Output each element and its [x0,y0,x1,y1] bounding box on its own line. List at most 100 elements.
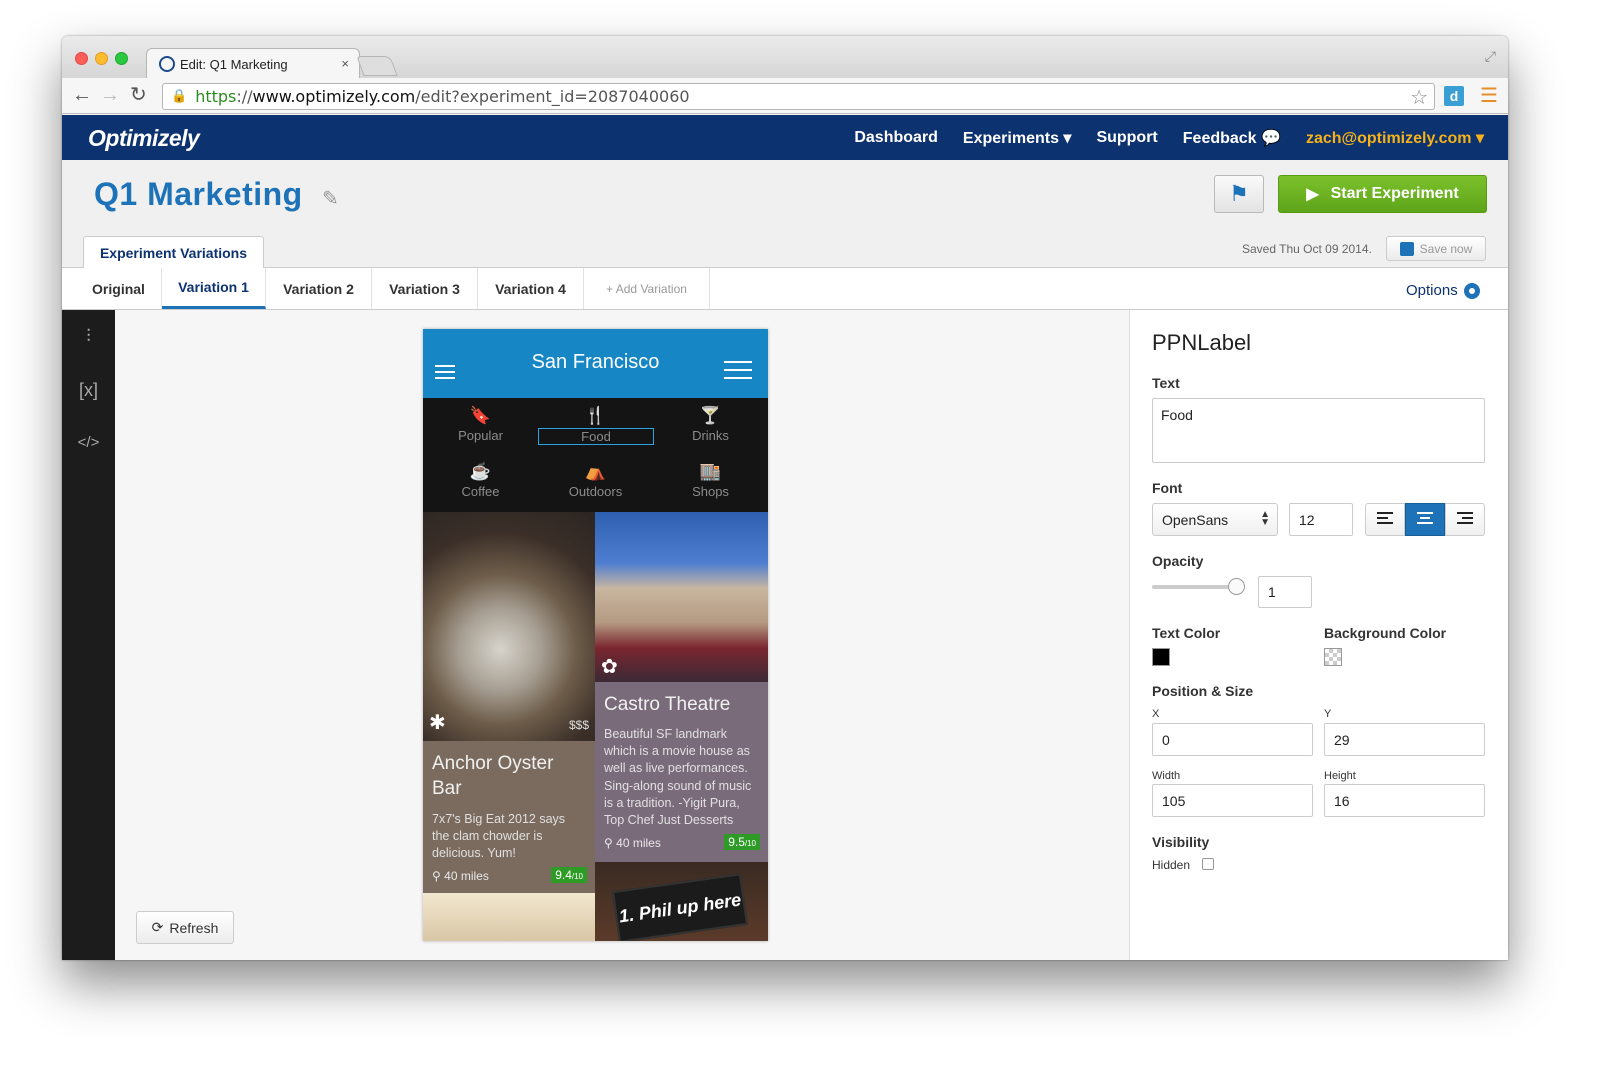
url-input[interactable]: 🔒 https://www.optimizely.com/edit?experi… [162,83,1435,110]
user-menu[interactable]: zach@optimizely.com ▾ [1306,128,1484,148]
venue-photo[interactable] [423,893,595,941]
font-size-input[interactable]: 12 [1289,503,1353,536]
coffee-cup-icon: ☕ [469,462,492,481]
venue-card-castro-theatre[interactable]: Castro Theatre Beautiful SF landmark whi… [595,682,768,862]
filter-icon[interactable] [724,361,752,385]
close-window-button[interactable] [75,52,88,65]
rating-badge: 9.5/10 [724,834,760,850]
film-reel-icon: ✿ [601,656,618,678]
minimize-window-button[interactable] [95,52,108,65]
experiment-header: Q1 Marketing ✎ ⚑ ▶ Start Experiment Expe… [62,160,1508,269]
distance: ⚲ 40 miles [604,836,661,850]
y-input[interactable]: 29 [1324,723,1485,756]
width-input[interactable]: 105 [1152,784,1313,817]
play-icon: ▶ [1306,186,1319,203]
category-coffee[interactable]: ☕ Coffee [423,462,538,499]
align-left-icon [1377,512,1393,527]
options-label: Options [1406,282,1458,299]
bookmark-icon: 🔖 [469,406,492,425]
category-food[interactable]: 🍴 Food [538,406,654,445]
y-label: Y [1324,708,1332,720]
venue-desc-line: the clam chowder is [432,829,543,843]
category-popular[interactable]: 🔖 Popular [423,406,538,443]
opacity-slider-track[interactable] [1152,585,1240,589]
opacity-slider-knob[interactable] [1228,578,1245,595]
nav-experiments[interactable]: Experiments ▾ [963,128,1072,148]
tab-close-icon[interactable]: × [341,56,349,71]
city-title[interactable]: San Francisco [423,351,768,374]
goals-flag-button[interactable]: ⚑ [1214,175,1264,213]
align-center-button[interactable] [1405,503,1445,536]
nav-support[interactable]: Support [1096,129,1157,147]
add-variation-button[interactable]: + Add Variation [584,268,710,309]
text-color-swatch[interactable] [1152,648,1170,666]
align-center-icon [1417,512,1433,527]
background-color-swatch[interactable] [1324,648,1342,666]
venue-card-anchor-oyster[interactable]: Anchor Oyster Bar 7x7's Big Eat 2012 say… [423,741,595,893]
sliders-icon[interactable]: ⫶ [62,326,115,347]
optimizely-favicon-icon [159,56,175,72]
options-button[interactable]: Options [1406,282,1480,299]
bar-sign-photo[interactable]: 1. Phil up here [595,862,768,941]
opacity-input[interactable]: 1 [1258,576,1312,608]
browser-menu-icon[interactable]: ☰ [1480,86,1498,106]
start-experiment-label: Start Experiment [1330,185,1459,202]
fullscreen-icon[interactable]: ⤢ [1485,48,1496,65]
category-label: Shops [692,484,729,499]
saved-status: Saved Thu Oct 09 2014. [1242,242,1372,256]
align-left-button[interactable] [1365,503,1405,536]
tab-variation-2[interactable]: Variation 2 [266,268,372,309]
zoom-window-button[interactable] [115,52,128,65]
extension-icon[interactable]: d [1444,86,1464,106]
distance-value: 40 miles [616,836,661,850]
text-color-label: Text Color [1152,625,1221,641]
x-input[interactable]: 0 [1152,723,1313,756]
save-now-button[interactable]: Save now [1386,236,1486,261]
address-bar-row: ← → ↻ 🔒 https://www.optimizely.com/edit?… [62,78,1508,114]
font-family-select[interactable]: OpenSans ▲ ▼ [1152,503,1278,536]
nav-dashboard[interactable]: Dashboard [854,129,938,147]
category-drinks[interactable]: 🍸 Drinks [653,406,768,443]
align-right-button[interactable] [1445,503,1485,536]
bench-icon: ⛺ [584,462,607,481]
store-icon: 🏬 [699,462,722,481]
theatre-photo[interactable]: ✿ [595,512,768,682]
forward-arrow-icon[interactable]: → [100,84,120,106]
start-experiment-button[interactable]: ▶ Start Experiment [1278,175,1487,213]
oyster-photo[interactable]: ✱ $$$ [423,512,595,741]
reload-icon[interactable]: ↻ [130,84,147,106]
height-input[interactable]: 16 [1324,784,1485,817]
url-separator: :// [236,87,253,106]
opacity-label: Opacity [1152,553,1204,569]
new-tab-button[interactable] [356,56,398,76]
rating-badge: 9.4/10 [551,867,587,883]
code-icon[interactable]: </> [62,434,115,451]
optimizely-logo[interactable]: Optimizely [88,125,200,152]
hidden-label: Hidden [1152,858,1191,872]
tab-experiment-variations[interactable]: Experiment Variations [83,236,264,269]
text-input[interactable]: Food [1152,398,1485,463]
nav-feedback[interactable]: Feedback 💬 [1183,128,1281,148]
category-outdoors[interactable]: ⛺ Outdoors [538,462,653,499]
bookmark-star-icon[interactable]: ☆ [1410,85,1428,109]
category-label: Coffee [461,484,500,499]
tab-variation-1[interactable]: Variation 1 [162,268,266,309]
refresh-button[interactable]: ⟳ Refresh [136,911,234,944]
rating-value: 9.4 [555,868,572,882]
rating-max: /10 [571,872,583,881]
category-shops[interactable]: 🏬 Shops [653,462,768,499]
tab-title: Edit: Q1 Marketing [180,56,288,72]
tab-original[interactable]: Original [76,268,162,309]
venue-desc-line: Beautiful SF landmark [604,727,727,741]
tab-variation-3[interactable]: Variation 3 [372,268,478,309]
category-label-selected: Food [538,428,654,445]
map-pin-icon: ⚲ [604,836,613,850]
back-arrow-icon[interactable]: ← [72,84,92,106]
nav-links: Dashboard Experiments ▾ Support Feedback… [829,115,1484,160]
variables-icon[interactable]: [x] [62,380,115,401]
tab-variation-4[interactable]: Variation 4 [478,268,584,309]
hidden-checkbox[interactable] [1202,858,1214,870]
browser-tab[interactable]: Edit: Q1 Marketing × [146,48,360,79]
venue-title: Anchor Oyster [432,753,554,774]
edit-pencil-icon[interactable]: ✎ [322,186,339,211]
